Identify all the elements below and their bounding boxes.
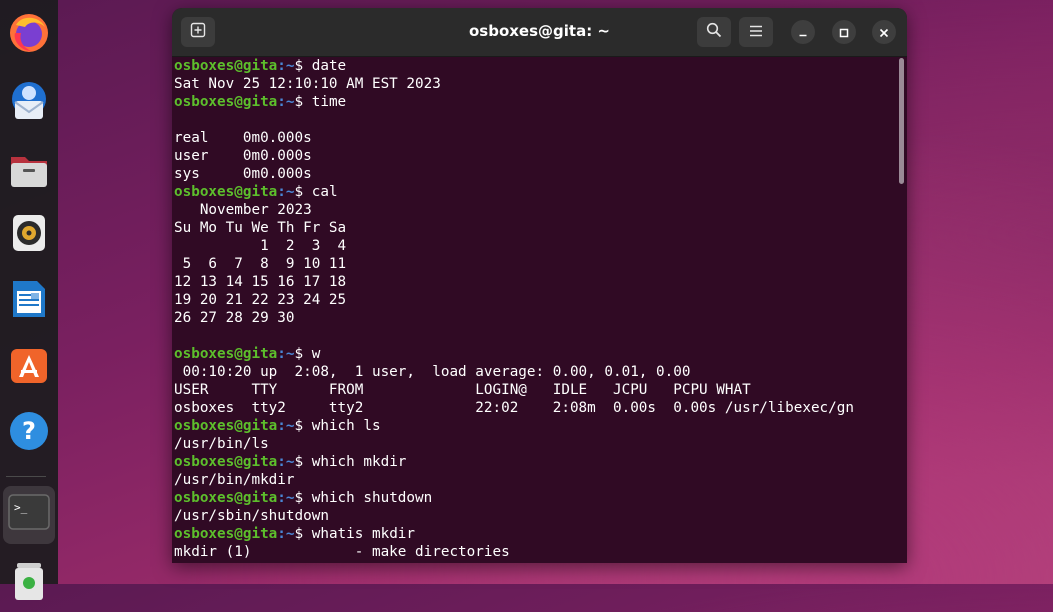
prompt-sigil: $ xyxy=(294,526,312,542)
titlebar[interactable]: osboxes@gita: ~ xyxy=(172,8,907,57)
files-icon xyxy=(7,147,51,195)
command-text: w xyxy=(311,346,321,362)
prompt-path: :~ xyxy=(277,346,295,362)
scrollbar[interactable] xyxy=(899,58,904,184)
prompt-user: osboxes@gita xyxy=(174,454,278,470)
rhythmbox-icon xyxy=(7,211,51,259)
prompt-path: :~ xyxy=(277,490,295,506)
prompt-line: osboxes@gita:~$ whatis mkdir xyxy=(174,525,894,543)
prompt-line: osboxes@gita:~$ date xyxy=(174,57,894,75)
dock: ? >_ xyxy=(0,0,58,600)
dock-item-firefox[interactable] xyxy=(0,6,58,64)
prompt-line: osboxes@gita:~$ w xyxy=(174,345,894,363)
output-line: sys 0m0.000s xyxy=(174,166,312,182)
terminal-window[interactable]: osboxes@gita: ~ osboxes@gita:~$ date Sat… xyxy=(172,8,907,563)
output-line: 1 2 3 4 xyxy=(174,238,347,254)
command-text: which ls xyxy=(311,418,381,434)
output-line: 5 6 7 8 9 10 11 xyxy=(174,256,347,272)
prompt-sigil: $ xyxy=(294,94,312,110)
output-line: mkdir (1) - make directories xyxy=(174,544,510,560)
prompt-path: :~ xyxy=(277,94,295,110)
command-text: date xyxy=(311,58,347,74)
output-line: 26 27 28 29 30 xyxy=(174,310,295,326)
command-text: which mkdir xyxy=(311,454,407,470)
output-line: /usr/sbin/shutdown xyxy=(174,508,329,524)
command-text: whatis mkdir xyxy=(311,526,416,542)
prompt-user: osboxes@gita xyxy=(174,418,278,434)
output-line: real 0m0.000s xyxy=(174,130,312,146)
terminal-icon: >_ xyxy=(7,493,51,537)
prompt-path: :~ xyxy=(277,58,295,74)
output-line: USER TTY FROM LOGIN@ IDLE JCPU PCPU WHAT xyxy=(174,382,751,398)
close-icon xyxy=(879,23,889,42)
thunderbird-icon xyxy=(7,79,51,127)
app-center-icon xyxy=(7,343,51,391)
prompt-sigil: $ xyxy=(294,184,312,200)
hamburger-menu-icon xyxy=(749,23,763,42)
prompt-user: osboxes@gita xyxy=(174,346,278,362)
terminal-output[interactable]: osboxes@gita:~$ date Sat Nov 25 12:10:10 … xyxy=(174,56,894,563)
prompt-user: osboxes@gita xyxy=(174,526,278,542)
menu-button[interactable] xyxy=(739,17,773,47)
search-icon xyxy=(706,22,722,42)
prompt-line: osboxes@gita:~$ which shutdown xyxy=(174,489,894,507)
command-text: cal xyxy=(311,184,338,200)
dock-item-writer[interactable] xyxy=(0,272,58,330)
output-line: Sat Nov 25 12:10:10 AM EST 2023 xyxy=(174,76,441,92)
dock-item-rhythmbox[interactable] xyxy=(0,206,58,264)
prompt-path: :~ xyxy=(277,454,295,470)
libreoffice-writer-icon xyxy=(7,277,51,325)
output-line: 00:10:20 up 2:08, 1 user, load average: … xyxy=(174,364,691,380)
trash-icon xyxy=(7,559,51,607)
output-line: /usr/bin/ls xyxy=(174,436,269,452)
dock-item-app-center[interactable] xyxy=(0,338,58,396)
output-line: user 0m0.000s xyxy=(174,148,312,164)
new-tab-button[interactable] xyxy=(181,17,215,47)
firefox-icon xyxy=(7,11,51,59)
maximize-icon xyxy=(839,23,849,42)
dock-item-thunderbird[interactable] xyxy=(0,74,58,132)
prompt-line: osboxes@gita:~$ time xyxy=(174,93,894,111)
dock-item-trash[interactable] xyxy=(0,554,58,612)
output-line: osboxes tty2 tty2 22:02 2:08m 0.00s 0.00… xyxy=(174,400,854,416)
prompt-sigil: $ xyxy=(294,418,312,434)
prompt-line: osboxes@gita:~$ cal xyxy=(174,183,894,201)
help-icon: ? xyxy=(7,409,51,457)
new-tab-icon xyxy=(190,22,206,42)
command-text: time xyxy=(311,94,347,110)
maximize-button[interactable] xyxy=(832,20,856,44)
command-text: which shutdown xyxy=(311,490,433,506)
prompt-sigil: $ xyxy=(294,490,312,506)
svg-text:?: ? xyxy=(22,417,36,445)
output-line: November 2023 xyxy=(174,202,312,218)
svg-text:>_: >_ xyxy=(14,501,28,514)
prompt-user: osboxes@gita xyxy=(174,490,278,506)
close-button[interactable] xyxy=(872,20,896,44)
output-line: 19 20 21 22 23 24 25 xyxy=(174,292,347,308)
output-line: Su Mo Tu We Th Fr Sa xyxy=(174,220,347,236)
prompt-path: :~ xyxy=(277,526,295,542)
prompt-user: osboxes@gita xyxy=(174,94,278,110)
output-line: 12 13 14 15 16 17 18 xyxy=(174,274,347,290)
dock-item-help[interactable]: ? xyxy=(0,404,58,462)
prompt-line: osboxes@gita:~$ which mkdir xyxy=(174,453,894,471)
prompt-sigil: $ xyxy=(294,454,312,470)
prompt-sigil: $ xyxy=(294,58,312,74)
prompt-user: osboxes@gita xyxy=(174,184,278,200)
minimize-icon xyxy=(798,23,808,42)
search-button[interactable] xyxy=(697,17,731,47)
prompt-user: osboxes@gita xyxy=(174,58,278,74)
dock-item-files[interactable] xyxy=(0,142,58,200)
prompt-path: :~ xyxy=(277,418,295,434)
minimize-button[interactable] xyxy=(791,20,815,44)
dock-item-terminal[interactable]: >_ xyxy=(3,486,55,544)
prompt-path: :~ xyxy=(277,184,295,200)
prompt-line: osboxes@gita:~$ which ls xyxy=(174,417,894,435)
output-line: /usr/bin/mkdir xyxy=(174,472,295,488)
prompt-sigil: $ xyxy=(294,346,312,362)
dock-separator xyxy=(6,476,46,477)
